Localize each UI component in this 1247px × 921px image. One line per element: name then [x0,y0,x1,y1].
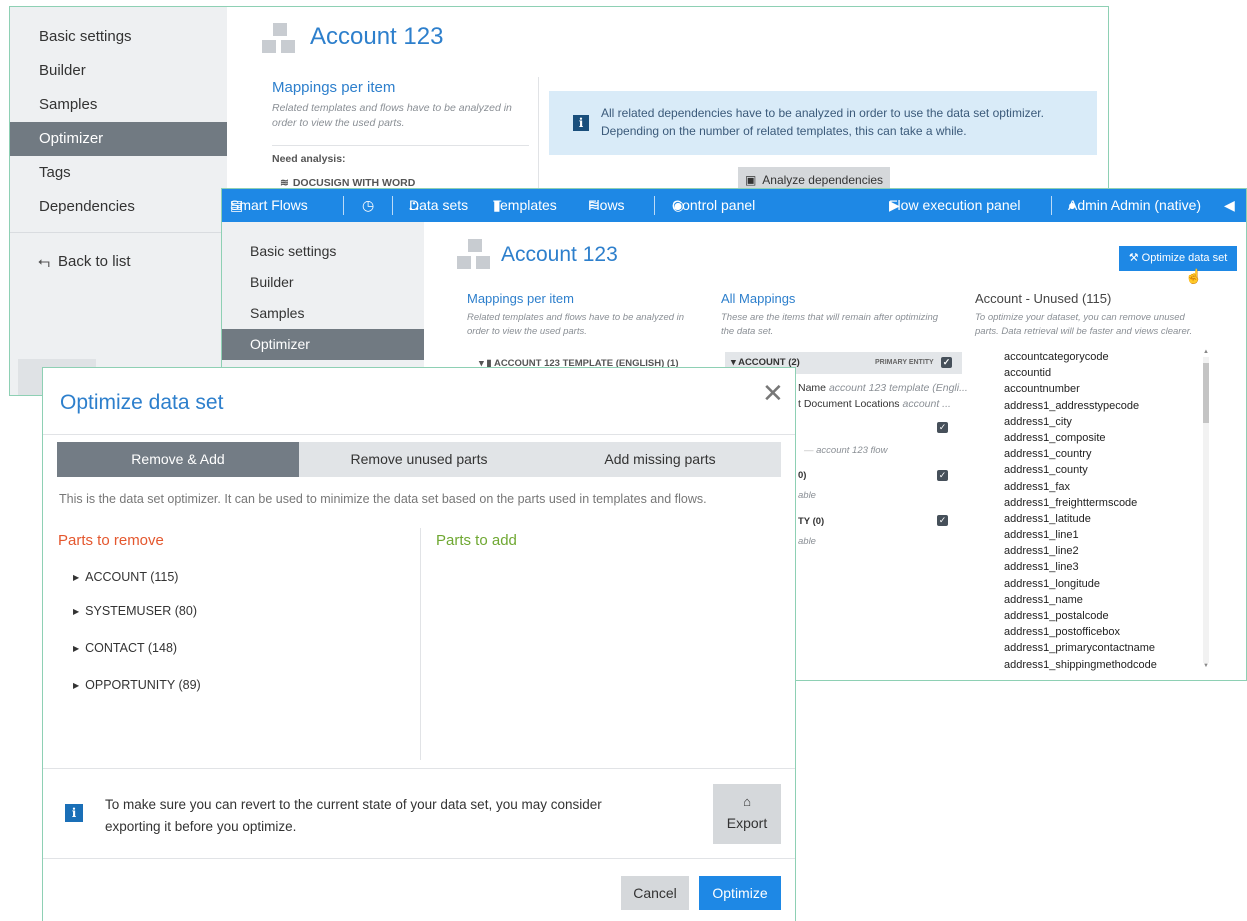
dialog-title: Optimize data set [60,391,224,414]
scroll-down-icon[interactable]: ▼ [1203,663,1209,669]
unused-note: To optimize your dataset, you can remove… [975,312,1193,337]
mappings-per-item-heading: Mappings per item [467,291,574,306]
nav-separator [392,196,393,215]
list-item[interactable]: address1_shippingmethodcode [982,657,1215,673]
remove-tree-item-opportunity[interactable]: ▶ OPPORTUNITY (89) [73,678,201,692]
sidebar-item-basic-settings[interactable]: Basic settings [10,20,227,54]
list-item[interactable]: address1_line3 [982,559,1215,575]
remove-tree-item-systemuser[interactable]: ▶ SYSTEMUSER (80) [73,604,197,618]
all-mappings-note: These are the items that will remain aft… [721,312,939,337]
sidebar-item-samples[interactable]: Samples [222,298,424,329]
tab-add-missing-parts[interactable]: Add missing parts [539,442,781,477]
mapping-fragment: able [798,536,816,547]
scroll-up-icon[interactable]: ▲ [1203,349,1209,355]
list-item[interactable]: accountcategorycode [982,349,1215,365]
list-item[interactable]: address1_addresstypecode [982,398,1215,414]
sidebar-item-optimizer[interactable]: Optimizer [10,122,227,156]
list-item[interactable]: address1_primarycontactname [982,640,1215,656]
sidebar-item-builder[interactable]: Builder [10,54,227,88]
page-title: Account 123 [501,243,618,266]
tab-remove-and-add[interactable]: Remove & Add [57,442,299,477]
checkbox-icon[interactable]: ✓ [937,515,948,526]
optimize-button[interactable]: Optimize [699,876,781,910]
tab-remove-unused-parts[interactable]: Remove unused parts [299,442,539,477]
nav-separator [343,196,344,215]
list-item[interactable]: address1_freighttermscode [982,495,1215,511]
checkbox-icon[interactable]: ✓ [937,470,948,481]
export-hint: To make sure you can revert to the curre… [105,797,602,834]
list-item[interactable]: address1_composite [982,430,1215,446]
nav-separator [1051,196,1052,215]
unused-heading: Account - Unused (115) [975,291,1112,306]
info-icon: i [65,804,83,822]
sidebar: Basic settings Builder Samples Optimizer… [10,7,227,395]
all-mappings-heading: All Mappings [721,291,796,306]
sidebar-item-dependencies[interactable]: Dependencies [10,190,227,224]
parts-to-add-heading: Parts to add [436,532,517,549]
parts-to-remove-heading: Parts to remove [58,532,164,549]
export-button[interactable]: ⌂ Export [713,784,781,844]
optimizer-description: This is the data set optimizer. It can b… [59,492,707,506]
mapping-doc-location-fragment: t Document Locations account ... [798,398,951,410]
cancel-button[interactable]: Cancel [621,876,689,910]
mapping-flow-fragment: — account 123 flow [804,445,888,456]
sidebar-item-basic-settings[interactable]: Basic settings [222,236,424,267]
list-item[interactable]: address1_postalcode [982,608,1215,624]
unused-parts-list[interactable]: accountcategorycode accountid accountnum… [982,349,1215,675]
checkbox-icon[interactable]: ✓ [941,357,952,368]
sidebar-item-samples[interactable]: Samples [10,88,227,122]
optimize-data-set-button[interactable]: ⚒ Optimize data set [1119,246,1237,271]
document-icon: ▣ [744,173,757,187]
list-item[interactable]: address1_postofficebox [982,624,1215,640]
close-icon[interactable]: ✕ [762,378,784,408]
list-item[interactable]: address1_fax [982,479,1215,495]
list-item[interactable]: address1_name [982,592,1215,608]
export-icon: ⌂ [743,794,751,809]
nav-separator [654,196,655,215]
remove-tree-item-account[interactable]: ▶ ACCOUNT (115) [73,570,178,584]
info-icon: i [573,115,589,131]
mappings-note: Related templates and flows have to be a… [272,102,512,129]
optimize-dialog: Optimize data set ✕ Remove & Add Remove … [42,367,796,921]
pointer-hand-icon: ☝ [1185,268,1203,284]
list-item[interactable]: address1_longitude [982,576,1215,592]
magic-wand-icon: ⚒ [1128,252,1139,264]
sidebar-item-tags[interactable]: Tags [10,156,227,190]
unused-list-scrollbar[interactable]: ▲ ▼ [1201,349,1211,671]
list-item[interactable]: address1_county [982,462,1215,478]
scrollbar-thumb[interactable] [1203,363,1209,423]
page-title: Account 123 [310,23,444,50]
mapping-fragment: TY (0) [798,516,825,527]
mapping-name-fragment: Name account 123 template (Engli... [798,382,968,394]
megaphone-icon[interactable]: ◀ [1224,189,1235,222]
mapping-fragment: 0) [798,470,807,481]
back-to-list-link[interactable]: ⮢ Back to list [38,253,131,270]
remove-tree-item-contact[interactable]: ▶ CONTACT (148) [73,641,177,655]
sidebar-item-builder[interactable]: Builder [222,267,424,298]
checkbox-icon[interactable]: ✓ [937,422,948,433]
caret-right-icon: ▶ [73,681,80,690]
history-clock-icon[interactable]: ◷ [362,189,374,222]
dataset-logo-icon [262,23,298,55]
back-arrow-icon: ⮢ [38,253,51,270]
mappings-note: Related templates and flows have to be a… [467,312,685,337]
need-analysis-label: Need analysis: [272,153,346,165]
caret-right-icon: ▶ [73,573,80,582]
list-item[interactable]: address1_line1 [982,527,1215,543]
top-navigation-bar: ▤ Smart Flows ◷ ⛬ Data sets ▮ Templates ≋… [222,189,1246,222]
dataset-logo-icon [457,239,493,271]
list-item[interactable]: address1_country [982,446,1215,462]
caret-right-icon: ▶ [73,607,80,616]
dialog-tabs: Remove & Add Remove unused parts Add mis… [57,442,781,477]
mappings-per-item-heading: Mappings per item [272,79,396,96]
caret-right-icon: ▶ [73,644,80,653]
sidebar-item-optimizer[interactable]: Optimizer [222,329,424,360]
list-item[interactable]: accountnumber [982,381,1215,397]
list-item[interactable]: address1_latitude [982,511,1215,527]
mapping-fragment: able [798,490,816,501]
list-item[interactable]: address1_city [982,414,1215,430]
info-box: i All related dependencies have to be an… [549,91,1097,155]
list-item[interactable]: address1_line2 [982,543,1215,559]
list-item[interactable]: accountid [982,365,1215,381]
